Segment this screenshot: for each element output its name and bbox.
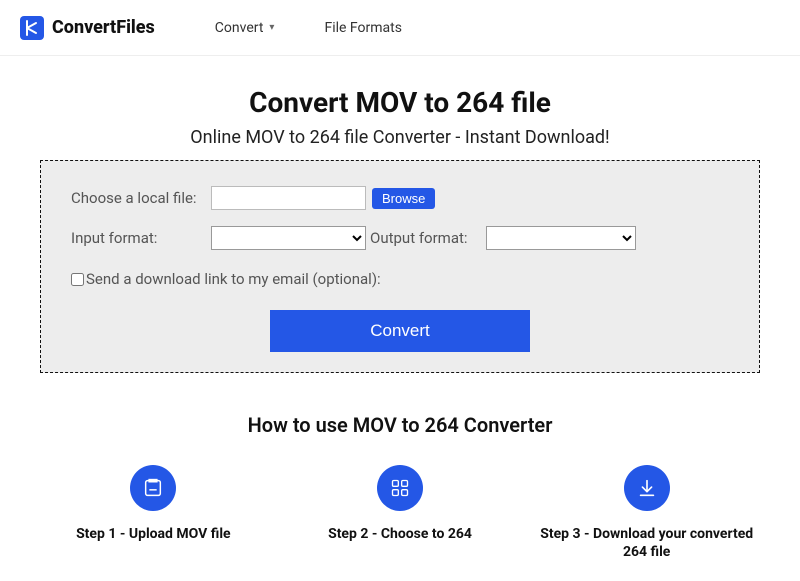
- brand-logo[interactable]: ConvertFiles: [20, 16, 155, 40]
- output-format-select[interactable]: [486, 226, 636, 250]
- choose-file-label: Choose a local file:: [71, 189, 211, 207]
- file-row: Choose a local file: Browse: [71, 186, 729, 210]
- email-row: Send a download link to my email (option…: [71, 266, 729, 288]
- output-format-label: Output format:: [370, 229, 480, 247]
- email-opt-label: Send a download link to my email (option…: [86, 270, 381, 288]
- input-format-select[interactable]: [211, 226, 366, 250]
- steps-row: Step 1 - Upload MOV file Step 2 - Choose…: [20, 465, 780, 561]
- chevron-down-icon: ▾: [269, 22, 274, 33]
- page-subtitle: Online MOV to 264 file Converter - Insta…: [20, 127, 780, 148]
- file-path-input[interactable]: [211, 186, 366, 210]
- howto-section: How to use MOV to 264 Converter Step 1 -…: [0, 373, 800, 561]
- page-title: Convert MOV to 264 file: [20, 86, 780, 119]
- top-nav: ConvertFiles Convert ▾ File Formats: [0, 0, 800, 56]
- input-format-label: Input format:: [71, 229, 211, 247]
- step-1-label: Step 1 - Upload MOV file: [36, 525, 271, 543]
- convert-button[interactable]: Convert: [270, 310, 530, 352]
- nav-formats-label: File Formats: [324, 20, 401, 36]
- email-checkbox[interactable]: [71, 273, 84, 286]
- step-3-label: Step 3 - Download your converted 264 fil…: [529, 525, 764, 561]
- step-2: Step 2 - Choose to 264: [277, 465, 524, 543]
- upload-icon: [130, 465, 176, 511]
- nav-convert[interactable]: Convert ▾: [215, 20, 275, 36]
- step-3: Step 3 - Download your converted 264 fil…: [523, 465, 770, 561]
- step-1: Step 1 - Upload MOV file: [30, 465, 277, 543]
- main-nav: Convert ▾ File Formats: [215, 20, 402, 36]
- download-icon: [624, 465, 670, 511]
- nav-file-formats[interactable]: File Formats: [324, 20, 401, 36]
- grid-icon: [377, 465, 423, 511]
- convert-panel: Choose a local file: Browse Input format…: [40, 160, 760, 373]
- step-2-label: Step 2 - Choose to 264: [283, 525, 518, 543]
- brand-name: ConvertFiles: [52, 17, 155, 38]
- nav-convert-label: Convert: [215, 20, 264, 36]
- browse-button[interactable]: Browse: [372, 188, 435, 209]
- format-row: Input format: Output format:: [71, 226, 729, 250]
- howto-heading: How to use MOV to 264 Converter: [20, 413, 780, 437]
- logo-icon: [20, 16, 44, 40]
- hero: Convert MOV to 264 file Online MOV to 26…: [0, 56, 800, 160]
